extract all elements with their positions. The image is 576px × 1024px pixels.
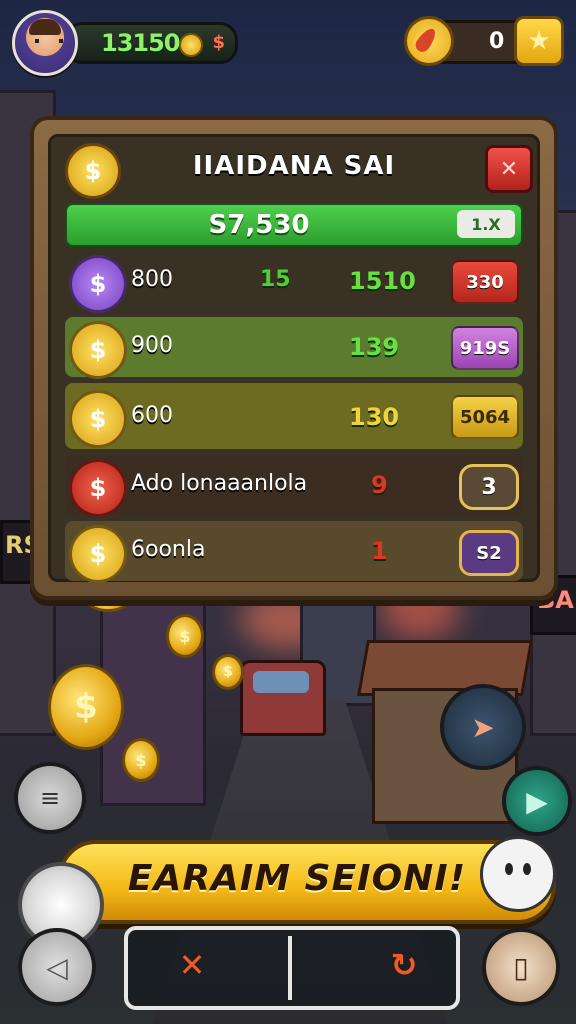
close-button[interactable]: ✕ bbox=[485, 145, 533, 193]
multiplier-badge[interactable]: 1.X bbox=[457, 210, 515, 238]
floating-coin-large: $ bbox=[48, 664, 124, 750]
gold-coin-icon: $ bbox=[69, 321, 127, 379]
player-hud: 13150 $ bbox=[12, 10, 238, 76]
feather-icon bbox=[404, 16, 454, 66]
money-symbol: $ bbox=[212, 32, 225, 53]
balance-bar: S7,530 1.X bbox=[65, 203, 523, 247]
row-label: 600 bbox=[131, 403, 173, 428]
earning-row[interactable]: $ 600 130 5064 bbox=[65, 383, 523, 449]
row-amount: 139 bbox=[349, 333, 400, 361]
row-action-button[interactable]: 919S bbox=[451, 326, 519, 370]
star-button[interactable]: ★ bbox=[514, 16, 564, 66]
cancel-button[interactable]: ✕ bbox=[152, 946, 232, 984]
money-value: 13150 bbox=[101, 29, 180, 57]
feather-value: 0 bbox=[489, 29, 505, 54]
earnings-panel: $ IIAIDANA SAI ✕ S7,530 1.X $ 800 15 151… bbox=[30, 116, 558, 600]
red-coin-icon: $ bbox=[69, 459, 127, 517]
row-label: Ado lonaaanlola bbox=[131, 471, 308, 496]
action-cursor-button[interactable]: ➤ bbox=[440, 684, 526, 770]
row-action-button[interactable]: 5064 bbox=[451, 395, 519, 439]
choice-bar: ✕ ↻ bbox=[124, 926, 460, 1010]
row-action-button[interactable]: S2 bbox=[459, 530, 519, 576]
row-amount: 130 bbox=[349, 403, 400, 431]
row-amount: 9 bbox=[371, 471, 388, 499]
earning-row[interactable]: $ 6oonla 1 S2 bbox=[65, 521, 523, 583]
mascot-icon bbox=[480, 836, 556, 912]
panel-header: $ IIAIDANA SAI ✕ bbox=[51, 137, 537, 199]
floating-coin: $ bbox=[122, 738, 160, 782]
choice-divider bbox=[288, 936, 292, 1000]
play-button[interactable]: ▶ bbox=[502, 766, 572, 836]
gold-coin-icon: $ bbox=[69, 390, 127, 448]
row-action-button[interactable]: 3 bbox=[459, 464, 519, 510]
row-action-button[interactable]: 330 bbox=[451, 260, 519, 304]
menu-button[interactable]: ≡ bbox=[14, 762, 86, 834]
panel-title: IIAIDANA SAI bbox=[192, 151, 396, 181]
back-button[interactable]: ◁ bbox=[18, 928, 96, 1006]
earning-row[interactable]: $ Ado lonaaanlola 9 3 bbox=[65, 455, 523, 517]
panel-body: $ IIAIDANA SAI ✕ S7,530 1.X $ 800 15 151… bbox=[48, 134, 540, 583]
row-label: 900 bbox=[131, 333, 173, 358]
balance-value: S7,530 bbox=[208, 210, 310, 240]
currency-hud: 0 ★ bbox=[404, 16, 564, 66]
row-amount: 1 bbox=[371, 537, 388, 565]
earning-row[interactable]: $ 800 15 1510 330 bbox=[65, 251, 523, 313]
book-button[interactable]: ▯ bbox=[482, 928, 560, 1006]
floating-coin: $ bbox=[212, 654, 244, 690]
banner-text: EARAIM SEIONI! bbox=[127, 858, 467, 899]
car bbox=[240, 660, 326, 736]
coin-icon bbox=[179, 33, 203, 57]
gold-coin-icon: $ bbox=[69, 525, 127, 583]
player-avatar[interactable] bbox=[12, 10, 78, 76]
earning-row[interactable]: $ 900 139 919S bbox=[65, 317, 523, 379]
row-rate: 15 bbox=[260, 267, 291, 292]
floating-coin: $ bbox=[166, 614, 204, 658]
row-label: 800 bbox=[131, 267, 173, 292]
row-amount: 1510 bbox=[349, 267, 416, 295]
row-label: 6oonla bbox=[131, 537, 206, 562]
money-counter: 13150 $ bbox=[64, 22, 238, 64]
retry-button[interactable]: ↻ bbox=[364, 946, 444, 984]
purple-coin-icon: $ bbox=[69, 255, 127, 313]
